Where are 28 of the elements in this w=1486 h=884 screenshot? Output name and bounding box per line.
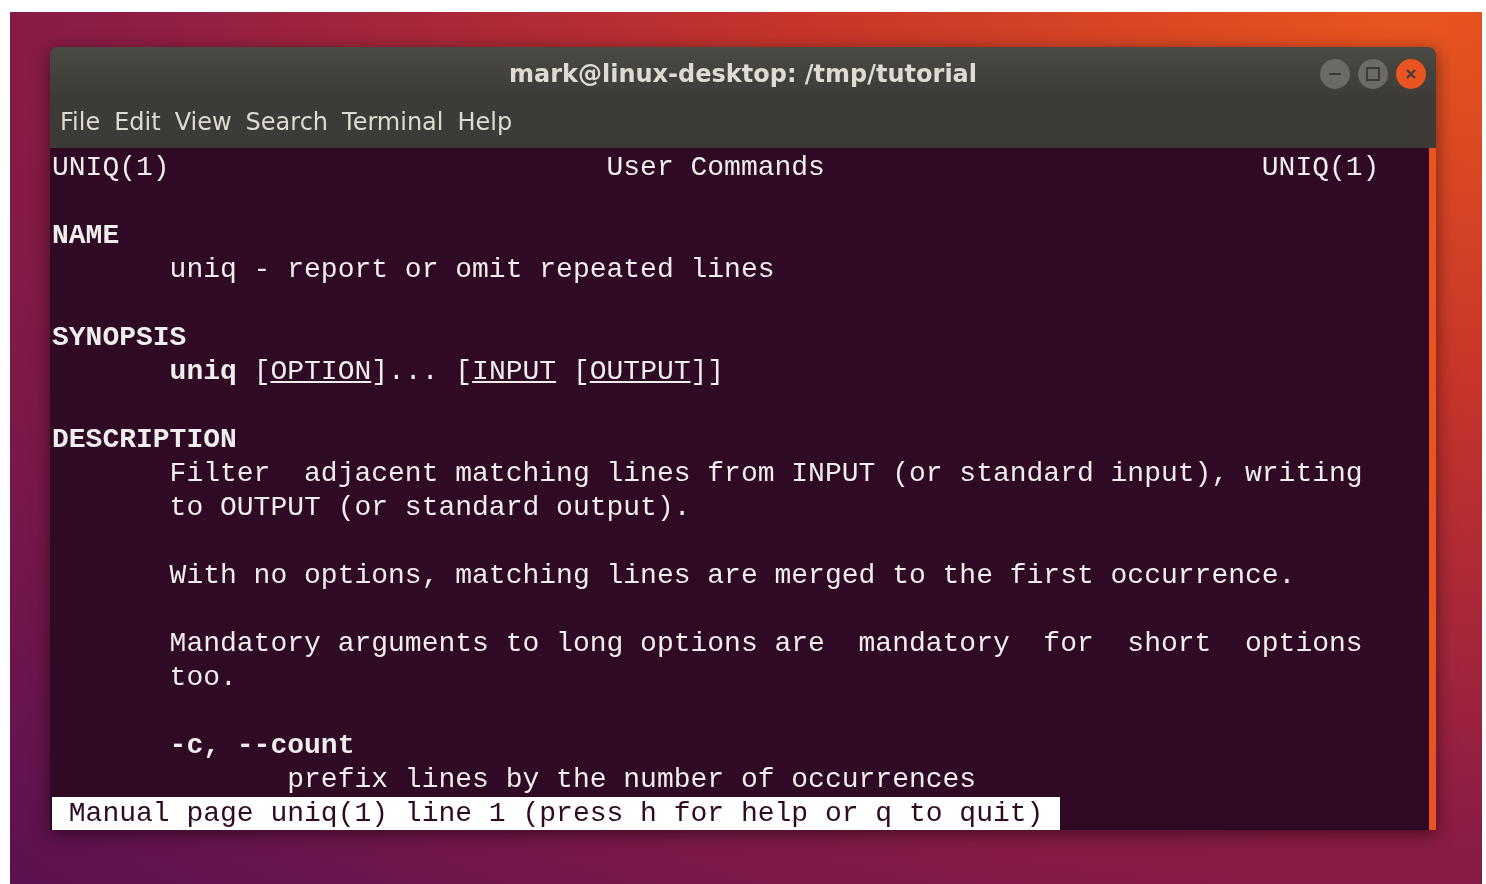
maximize-icon xyxy=(1366,67,1380,81)
menu-item[interactable]: Edit xyxy=(108,108,167,140)
man-header-left: UNIQ(1) xyxy=(52,151,170,185)
man-text-line: Mandatory arguments to long options are mandatory for short options xyxy=(169,628,1363,659)
man-text-line: too. xyxy=(169,662,237,693)
man-text-line: Filter adjacent matching lines from INPUT (or standard input), writing xyxy=(169,458,1363,489)
man-text-line: to OUTPUT (or standard output). xyxy=(169,492,691,523)
maximize-button[interactable] xyxy=(1358,59,1388,89)
man-text-line: With no options, matching lines are merged to the first occurrence. xyxy=(169,560,1296,591)
menu-item[interactable]: View xyxy=(168,108,238,140)
menu-item[interactable]: Search xyxy=(239,108,335,140)
close-icon xyxy=(1405,68,1417,80)
man-text-line: uniq - report or omit repeated lines xyxy=(169,254,775,285)
section-heading: SYNOPSIS xyxy=(52,322,187,353)
man-text-line: -c, --count xyxy=(169,730,355,761)
man-header-right: UNIQ(1) xyxy=(1261,151,1380,185)
menu-item[interactable]: Help xyxy=(451,108,519,140)
section-heading: DESCRIPTION xyxy=(52,424,237,455)
man-text-line: prefix lines by the number of occurrences xyxy=(287,764,977,795)
man-text-line: uniq [OPTION]... [INPUT [OUTPUT]] xyxy=(169,356,725,387)
menu-item[interactable]: Terminal xyxy=(336,108,450,140)
scrollbar-thumb[interactable] xyxy=(1429,148,1436,830)
man-header-title: User Commands xyxy=(606,151,825,185)
window-title: mark@linux-desktop: /tmp/tutorial xyxy=(508,59,978,88)
menu-item[interactable]: File xyxy=(54,108,107,140)
section-heading: NAME xyxy=(52,220,120,251)
close-button[interactable] xyxy=(1396,59,1426,89)
minimize-button[interactable] xyxy=(1320,59,1350,89)
